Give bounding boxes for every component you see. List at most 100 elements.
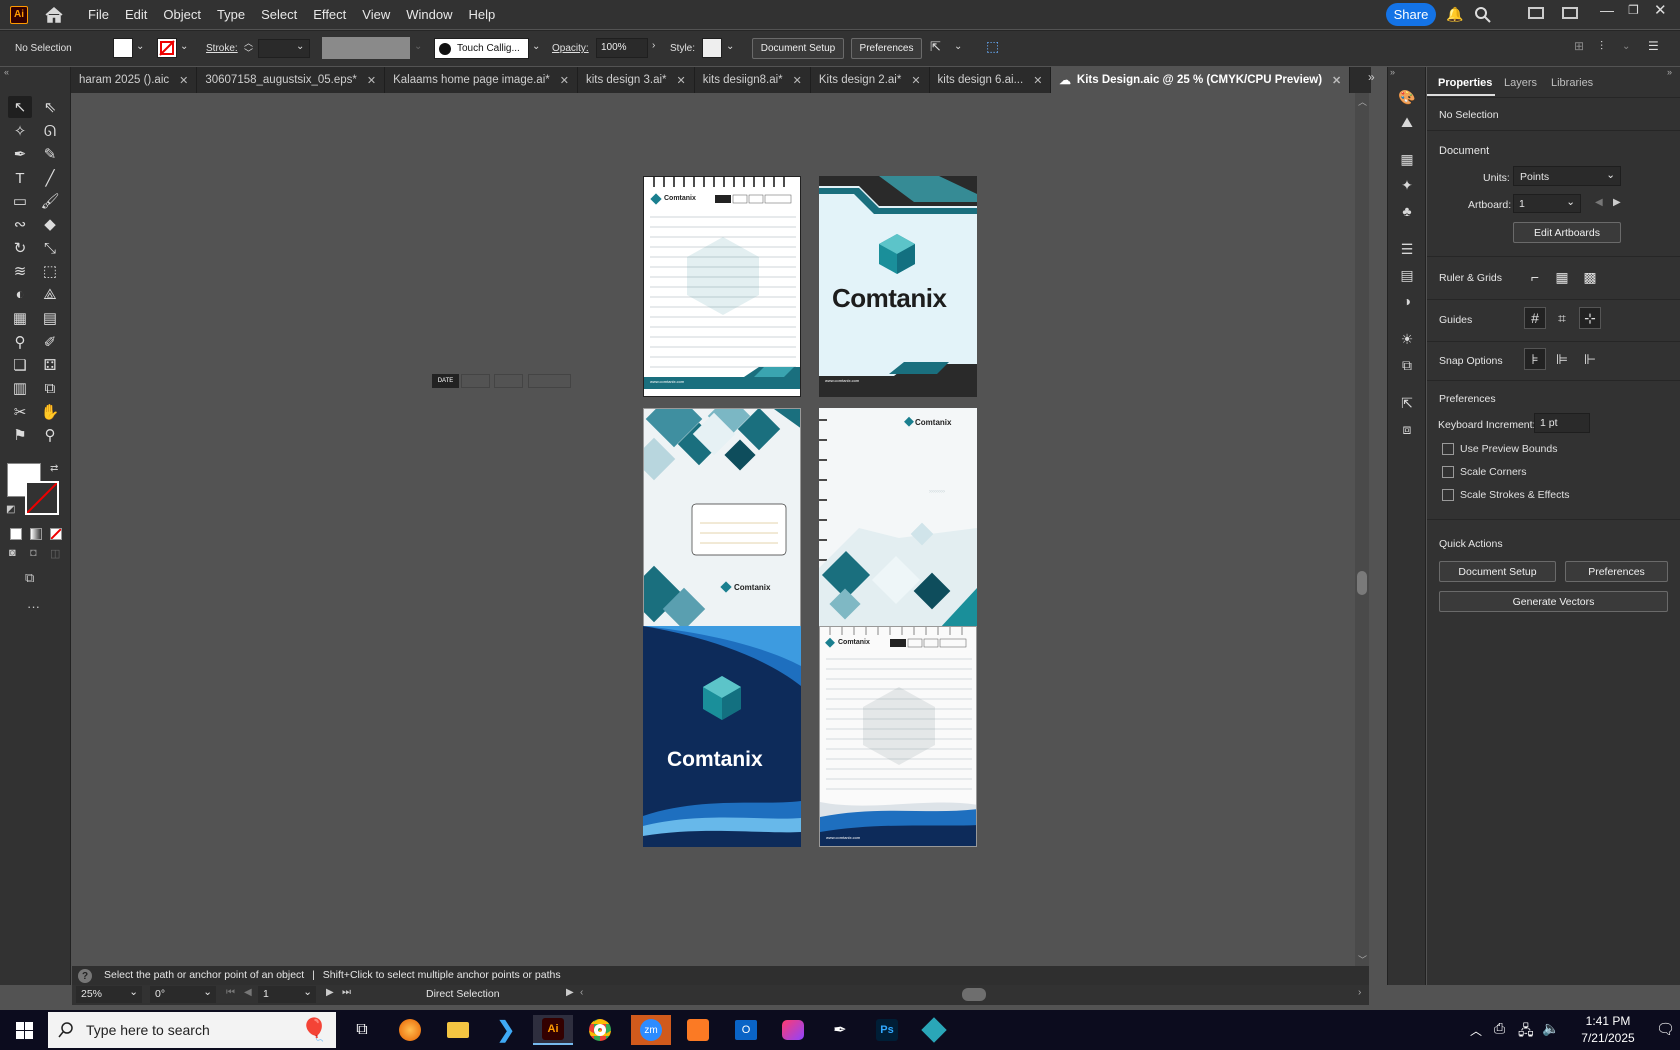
transform-icon[interactable]: ⇱ (930, 39, 941, 55)
slice-tool-icon[interactable]: ✂ (8, 401, 32, 423)
brushes-icon[interactable]: ✦ (1397, 175, 1417, 195)
line-tool-icon[interactable]: ╱ (38, 167, 62, 189)
chevron-right-icon[interactable]: › (652, 40, 655, 51)
keyboard-increment-input[interactable]: 1 pt (1534, 413, 1590, 433)
color-palette-icon[interactable]: 🎨 (1397, 87, 1417, 107)
stroke-swatch[interactable] (157, 38, 177, 58)
transparency-grid-icon[interactable]: ▩ (1579, 266, 1601, 288)
gradient-panel-icon[interactable]: ▤ (1397, 265, 1417, 285)
rotation-angle[interactable]: 0° ⌄ (150, 986, 216, 1003)
recolor-icon[interactable]: ⬚ (986, 38, 999, 55)
tab-layers[interactable]: Layers (1504, 77, 1537, 89)
zoom-tool-icon[interactable]: ⚲ (38, 424, 62, 446)
selection-tool-icon[interactable]: ↖ (8, 96, 32, 118)
snap-to-pixel-icon[interactable]: ⊫ (1551, 348, 1573, 370)
workspace-icon[interactable] (1528, 7, 1544, 19)
scale-corners-checkbox[interactable]: Scale Corners (1442, 466, 1527, 478)
first-artboard-icon[interactable]: ⏮ (226, 987, 235, 998)
scroll-left-icon[interactable]: ‹ (580, 987, 583, 998)
brush-definition[interactable]: Touch Callig... (434, 38, 529, 59)
artboard-selector[interactable]: 1 ⌄ (1513, 194, 1581, 213)
use-preview-bounds-checkbox[interactable]: Use Preview Bounds (1442, 443, 1557, 455)
stroke-label[interactable]: Stroke: (206, 43, 238, 54)
chevron-down-icon[interactable]: ⌄ (954, 41, 962, 52)
transparency-icon[interactable]: ◑ (1397, 291, 1417, 311)
close-icon[interactable]: ✕ (677, 74, 686, 87)
snap-to-point-icon[interactable]: ⊧ (1524, 348, 1546, 370)
zoom-level[interactable]: 25% ⌄ (76, 986, 142, 1003)
distribute-icon[interactable]: ⫶ (1600, 39, 1603, 54)
more-tools-icon[interactable]: ··· (27, 599, 40, 614)
mesh-tool-icon[interactable]: ▦ (8, 307, 32, 329)
horizontal-scroll-thumb[interactable] (962, 988, 986, 1001)
pen-tool-icon[interactable]: ✒ (8, 143, 32, 165)
collapse-icon[interactable]: » (1390, 67, 1395, 77)
chrome-icon[interactable] (580, 1015, 620, 1045)
windows-start-icon[interactable] (16, 1022, 33, 1039)
file-explorer-icon[interactable] (438, 1015, 478, 1045)
curvature-tool-icon[interactable]: ✎ (38, 143, 62, 165)
variable-width-profile[interactable] (322, 37, 410, 59)
artboard-notepad-front[interactable]: Comtanix www.comtanix.com (643, 176, 801, 397)
perspective-grid-icon[interactable]: ⟁ (38, 283, 62, 305)
menu-effect[interactable]: Effect (305, 7, 354, 22)
appearance-icon[interactable]: ☀ (1397, 329, 1417, 349)
draw-normal-icon[interactable]: ◙ (9, 547, 16, 559)
clock-date[interactable]: 7/21/2025 (1566, 1031, 1650, 1045)
document-tab[interactable]: 30607158_augustsix_05.eps* ✕ (197, 67, 386, 93)
scale-tool-icon[interactable]: ⤡ (38, 237, 62, 259)
warp-tool-icon[interactable]: ≋ (8, 260, 32, 282)
vertical-scrollbar[interactable]: ︿ ﹀ (1355, 93, 1369, 966)
canvas[interactable]: DATE Comtanix www.comtanix.com Comtanix … (72, 93, 1369, 966)
none-mode-icon[interactable] (50, 528, 62, 540)
measure-icon[interactable]: ✐ (38, 331, 62, 353)
close-icon[interactable]: ✕ (179, 74, 188, 87)
qa-preferences-button[interactable]: Preferences (1565, 561, 1668, 582)
align-icon[interactable]: ⊞ (1574, 39, 1584, 53)
color-mode-icon[interactable] (10, 528, 22, 540)
document-setup-button[interactable]: Document Setup (752, 38, 844, 59)
qa-document-setup-button[interactable]: Document Setup (1439, 561, 1556, 582)
fill-swatch[interactable] (113, 38, 133, 58)
direct-selection-tool-icon[interactable]: ⇖ (38, 96, 62, 118)
stroke-color-box[interactable] (25, 481, 59, 515)
close-icon[interactable]: ✕ (560, 74, 569, 87)
network-icon[interactable]: 🖧 (1518, 1020, 1534, 1044)
document-tab-active[interactable]: ☁ Kits Design.aic @ 25 % (CMYK/CPU Previe… (1051, 67, 1351, 93)
xampp-icon[interactable] (678, 1015, 718, 1045)
lasso-icon[interactable]: ᘏ (38, 120, 62, 142)
symbol-sprayer-icon[interactable]: ⚃ (38, 354, 62, 376)
menu-type[interactable]: Type (209, 7, 253, 22)
artboard-notepad-waves[interactable]: Comtanix www.comtanix.com (819, 626, 977, 847)
notifications-icon[interactable]: 🗨 (1656, 1020, 1675, 1038)
chevron-down-icon[interactable]: ⌄ (1622, 41, 1630, 52)
symbols-icon[interactable]: ♣ (1397, 201, 1417, 221)
generate-vectors-button[interactable]: Generate Vectors (1439, 591, 1668, 612)
smart-guides-icon[interactable]: ⊹ (1579, 307, 1601, 329)
scroll-thumb[interactable] (1357, 571, 1367, 595)
arrange-icon[interactable] (1562, 7, 1578, 19)
artboard-spiral-cover[interactable]: ›››››››› Comtanix (819, 408, 977, 629)
rectangle-tool-icon[interactable]: ▭ (8, 190, 32, 212)
magic-wand-icon[interactable]: ✧ (8, 120, 32, 142)
artboard-cover-logo[interactable]: Comtanix www.comtanix.com (819, 176, 977, 397)
document-tab[interactable]: kits design 6.ai... ✕ (930, 67, 1052, 93)
bell-icon[interactable]: 🔔 (1446, 6, 1463, 23)
artboards-panel-icon[interactable]: ⧈ (1397, 419, 1417, 439)
collapse-icon[interactable]: « (4, 67, 9, 77)
paintbrush-icon[interactable]: 🖌 (38, 190, 62, 212)
outlook-icon[interactable]: O (726, 1015, 766, 1045)
photoshop-icon[interactable]: Ps (867, 1015, 907, 1045)
collapse-icon[interactable]: » (1667, 67, 1672, 77)
close-icon[interactable]: ✕ (911, 74, 920, 87)
snap-to-glyph-icon[interactable]: ⊩ (1579, 348, 1601, 370)
chevron-up-icon[interactable]: ︿ (1470, 1022, 1482, 1039)
artboard-nav[interactable]: 1 ⌄ (258, 986, 316, 1003)
menu-window[interactable]: Window (398, 7, 460, 22)
close-icon[interactable]: ✕ (367, 74, 376, 87)
menu-edit[interactable]: Edit (117, 7, 155, 22)
taskbar-search-box[interactable]: Type here to search 🎈 (48, 1012, 336, 1048)
menu-object[interactable]: Object (155, 7, 209, 22)
chevron-down-icon[interactable]: ﹀ (1358, 953, 1367, 966)
stroke-stepper[interactable]: ︿ ﹀ (244, 38, 253, 58)
